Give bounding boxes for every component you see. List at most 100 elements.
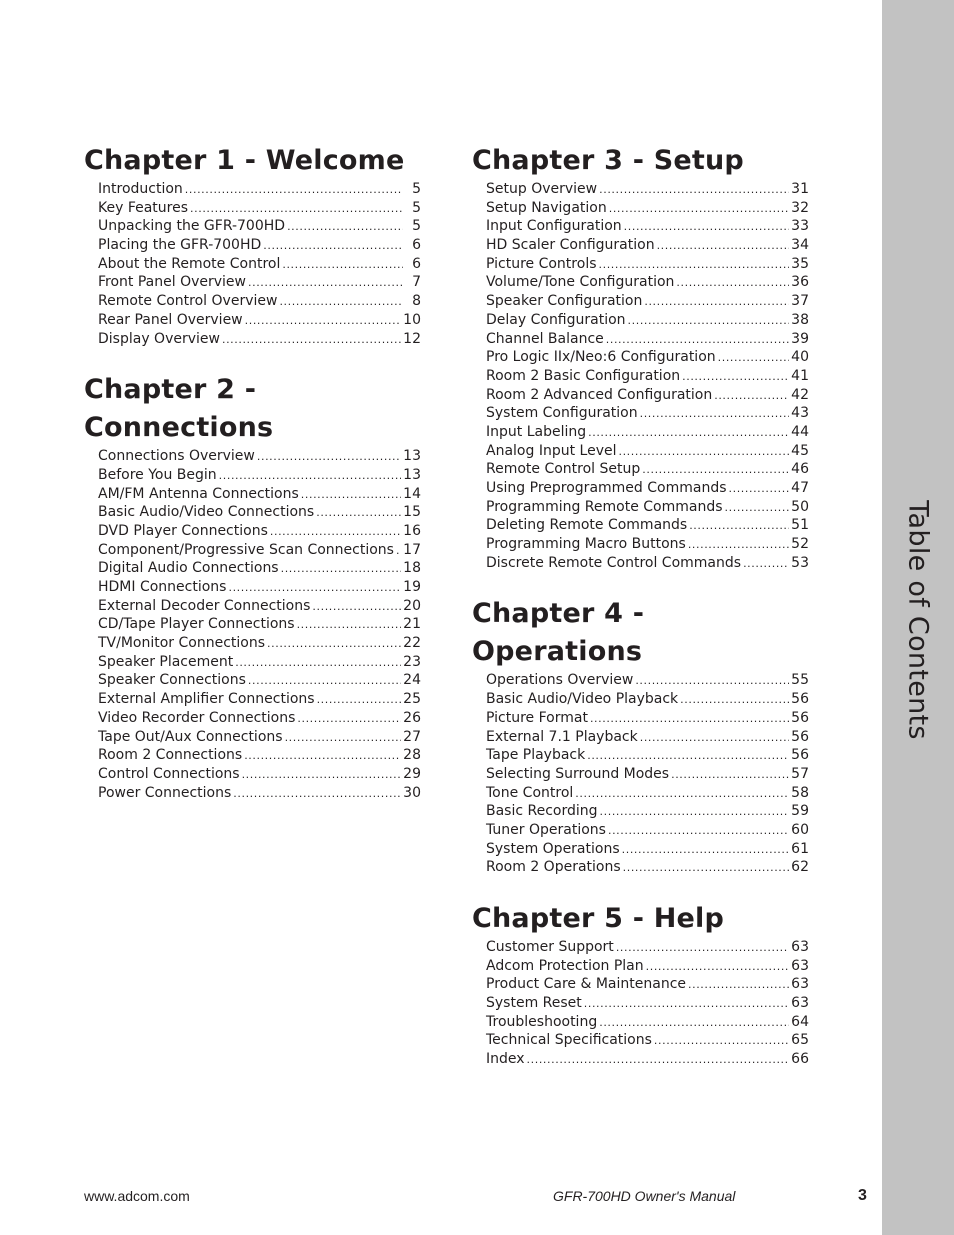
toc-entry[interactable]: Tuner Operations 60 [486,821,809,840]
toc-entry[interactable]: Room 2 Advanced Configuration 42 [486,386,809,405]
toc-entry-page: 41 [791,367,809,384]
toc-entry-page: 63 [791,939,809,955]
toc-entry-page: 29 [403,765,421,782]
toc-entry-label: Video Recorder Connections [98,709,296,726]
toc-entry[interactable]: Setup Overview 31 [486,180,809,199]
toc-entry[interactable]: Tone Control 58 [486,784,809,803]
toc-entry[interactable]: DVD Player Connections 16 [98,522,421,541]
toc-entry[interactable]: External Decoder Connections 20 [98,597,421,616]
toc-entry-page: 5 [412,199,421,216]
toc-entry[interactable]: Analog Input Level 45 [486,442,809,461]
toc-entry[interactable]: Display Overview 12 [98,330,421,349]
toc-entry[interactable]: Index 66 [486,1050,809,1069]
toc-entry[interactable]: Speaker Placement 23 [98,653,421,672]
toc-entry-page: 60 [791,821,809,838]
toc-entry[interactable]: Connections Overview 13 [98,447,421,466]
toc-entry[interactable]: Picture Controls 35 [486,255,809,274]
chapter-title: Chapter 2 - Connections [84,374,274,444]
toc-entry[interactable]: TV/Monitor Connections 22 [98,634,421,653]
toc-entry[interactable]: Tape Playback 56 [486,746,809,765]
toc-entry[interactable]: Component/Progressive Scan Connections 17 [98,541,421,560]
toc-entry[interactable]: Digital Audio Connections 18 [98,559,421,578]
chapter-title: Chapter 3 - Setup [472,145,744,176]
toc-entry[interactable]: Basic Audio/Video Connections 15 [98,503,421,522]
toc-entry[interactable]: Input Configuration 33 [486,217,809,236]
toc-entry[interactable]: Room 2 Operations 62 [486,858,809,877]
toc-entry[interactable]: System Configuration 43 [486,404,809,423]
toc-entry[interactable]: Front Panel Overview 7 [98,273,421,292]
toc-entry[interactable]: Using Preprogrammed Commands 47 [486,479,809,498]
chapter-title: Chapter 4 - Operations [472,598,645,668]
toc-entry-page: 7 [412,274,421,291]
toc-entry[interactable]: Speaker Configuration 37 [486,292,809,311]
toc-entry[interactable]: Introduction 5 [98,180,421,199]
toc-entry[interactable]: CD/Tape Player Connections 21 [98,615,421,634]
toc-entry[interactable]: Unpacking the GFR-700HD 5 [98,217,421,236]
toc-entry[interactable]: HDMI Connections 19 [98,578,421,597]
toc-entry-label: Basic Recording [486,803,598,820]
toc-entry[interactable]: Technical Specifications 65 [486,1031,809,1050]
dot-leader [267,635,401,654]
toc-entry-page: 66 [791,1051,809,1068]
toc-entry[interactable]: Before You Begin 13 [98,466,421,485]
toc-entry[interactable]: Speaker Connections 24 [98,671,421,690]
toc-entry-page: 16 [403,522,421,539]
toc-entry[interactable]: Basic Recording 59 [486,802,809,821]
toc-entry[interactable]: Customer Support 63 [486,938,809,957]
toc-entry[interactable]: Programming Remote Commands 50 [486,498,809,517]
dot-leader [317,691,402,710]
toc-entry[interactable]: Room 2 Connections 28 [98,746,421,765]
toc-entry[interactable]: Selecting Surround Modes 57 [486,765,809,784]
toc-entry[interactable]: Remote Control Setup 46 [486,460,809,479]
toc-entry-label: Delay Configuration [486,311,626,328]
toc-entry-page: 31 [791,181,809,197]
toc-entry[interactable]: Deleting Remote Commands 51 [486,516,809,535]
toc-entry[interactable]: Input Labeling 44 [486,423,809,442]
toc-entry[interactable]: About the Remote Control 6 [98,255,421,274]
toc-entry[interactable]: Picture Format 56 [486,709,809,728]
toc-entry[interactable]: Programming Macro Buttons 52 [486,535,809,554]
toc-entry[interactable]: Room 2 Basic Configuration 41 [486,367,809,386]
toc-entry[interactable]: Control Connections 29 [98,765,421,784]
toc-entry-page: 37 [791,293,809,310]
toc-entry[interactable]: Power Connections 30 [98,784,421,803]
toc-entry[interactable]: Video Recorder Connections 26 [98,709,421,728]
toc-entry[interactable]: Placing the GFR-700HD 6 [98,236,421,255]
dot-leader [599,1014,789,1033]
toc-entry-label: Before You Begin [98,466,217,483]
toc-entry[interactable]: Adcom Protection Plan 63 [486,957,809,976]
toc-entry-label: DVD Player Connections [98,522,268,539]
toc-entry-page: 56 [791,747,809,764]
dot-leader [608,822,789,841]
toc-entry[interactable]: Product Care & Maintenance 63 [486,975,809,994]
toc-entry[interactable]: System Reset 63 [486,994,809,1013]
toc-entry[interactable]: System Operations 61 [486,840,809,859]
toc-entry-page: 17 [403,541,421,558]
toc-entry[interactable]: Setup Navigation 32 [486,199,809,218]
chapter-entries: Operations Overview55Basic Audio/Video P… [472,671,809,877]
toc-entry-page: 47 [791,480,809,496]
toc-entry[interactable]: Operations Overview 55 [486,671,809,690]
toc-entry-label: CD/Tape Player Connections [98,616,295,633]
dot-leader [743,555,789,574]
toc-entry-label: Room 2 Advanced Configuration [486,386,713,403]
toc-entry[interactable]: Rear Panel Overview 10 [98,311,421,330]
toc-entry[interactable]: AM/FM Antenna Connections 14 [98,485,421,504]
toc-entry[interactable]: Pro Logic IIx/Neo:6 Configuration 40 [486,348,809,367]
toc-entry[interactable]: External Amplifier Connections 25 [98,690,421,709]
toc-entry[interactable]: External 7.1 Playback 56 [486,728,809,747]
dot-leader [312,598,401,617]
toc-entry[interactable]: Troubleshooting 64 [486,1013,809,1032]
toc-entry[interactable]: Basic Audio/Video Playback 56 [486,690,809,709]
toc-entry[interactable]: HD Scaler Configuration 34 [486,236,809,255]
toc-entry[interactable]: Discrete Remote Control Commands 53 [486,554,809,573]
toc-entry[interactable]: Volume/Tone Configuration 36 [486,273,809,292]
toc-entry-page: 33 [791,218,809,235]
toc-entry[interactable]: Delay Configuration 38 [486,311,809,330]
toc-entry[interactable]: Tape Out/Aux Connections 27 [98,728,421,747]
toc-entry[interactable]: Key Features 5 [98,199,421,218]
toc-entry[interactable]: Channel Balance 39 [486,330,809,349]
toc-entry[interactable]: Remote Control Overview 8 [98,292,421,311]
dot-leader [718,349,790,368]
dot-leader [584,995,789,1014]
